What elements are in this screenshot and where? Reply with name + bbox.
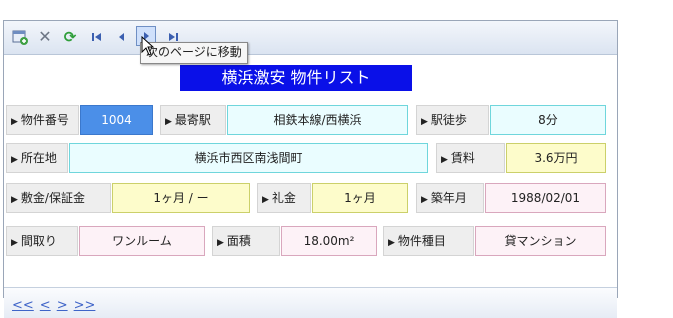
label-text: 間取り xyxy=(20,234,57,248)
triangle-right-icon: ▶ xyxy=(421,195,428,205)
label-text: 賃料 xyxy=(450,151,475,165)
value-shozaichi[interactable]: 横浜市西区南浅間町 xyxy=(69,143,428,173)
triangle-right-icon: ▶ xyxy=(421,117,428,127)
value-bukken-bango[interactable]: 1004 xyxy=(80,105,153,135)
prev-page-icon[interactable] xyxy=(114,29,130,45)
label-shikikin: ▶ 敷金/保証金 xyxy=(6,183,111,213)
triangle-right-icon: ▶ xyxy=(262,195,269,205)
refresh-icon[interactable]: ⟳ xyxy=(62,29,78,45)
record-panel: ✕ ⟳ 横浜激安 物件リスト ▶ 物件番号 1004 ▶ 最寄駅 相鉄本線/西横浜 … xyxy=(3,20,618,318)
pager: << < > >> xyxy=(12,298,101,313)
label-text: 面積 xyxy=(226,234,251,248)
tooltip: 次のページに移動 xyxy=(140,42,248,64)
pager-last-link[interactable]: >> xyxy=(74,298,96,313)
value-shubetsu[interactable]: 貸マンション xyxy=(475,226,606,256)
first-page-icon[interactable] xyxy=(89,29,105,45)
mouse-cursor-icon xyxy=(141,36,155,56)
label-mogori-eki: ▶ 最寄駅 xyxy=(160,105,226,135)
value-mogori-eki[interactable]: 相鉄本線/西横浜 xyxy=(227,105,408,135)
value-chikunengetsu[interactable]: 1988/02/01 xyxy=(485,183,606,213)
label-text: 物件種目 xyxy=(397,234,446,248)
value-eki-toho[interactable]: 8分 xyxy=(490,105,606,135)
title-text-main: 激安 物件リスト xyxy=(253,68,371,87)
label-chinryo: ▶ 賃料 xyxy=(436,143,505,173)
triangle-right-icon: ▶ xyxy=(11,238,18,248)
label-eki-toho: ▶ 駅徒歩 xyxy=(416,105,489,135)
label-text: 駅徒歩 xyxy=(430,113,467,127)
label-text: 礼金 xyxy=(271,191,296,205)
new-record-icon[interactable] xyxy=(12,29,28,45)
label-madori: ▶ 間取り xyxy=(6,226,78,256)
page-title: 横浜激安 物件リスト xyxy=(180,65,412,91)
value-chinryo[interactable]: 3.6万円 xyxy=(506,143,606,173)
label-menseki: ▶ 面積 xyxy=(212,226,280,256)
label-reikin: ▶ 礼金 xyxy=(257,183,311,213)
triangle-right-icon: ▶ xyxy=(165,117,172,127)
label-text: 築年月 xyxy=(430,191,467,205)
title-text: 横浜 xyxy=(221,68,254,87)
triangle-right-icon: ▶ xyxy=(388,238,395,248)
label-text: 最寄駅 xyxy=(174,113,211,127)
pager-first-link[interactable]: << xyxy=(12,298,34,313)
triangle-right-icon: ▶ xyxy=(11,195,18,205)
toolbar: ✕ ⟳ xyxy=(4,21,617,55)
value-reikin[interactable]: 1ヶ月 xyxy=(312,183,408,213)
triangle-right-icon: ▶ xyxy=(441,155,448,165)
label-text: 敷金/保証金 xyxy=(20,191,85,205)
label-text: 物件番号 xyxy=(20,113,69,127)
label-shubetsu: ▶ 物件種目 xyxy=(383,226,474,256)
delete-icon[interactable]: ✕ xyxy=(37,29,53,45)
pager-prev-link[interactable]: < xyxy=(40,298,51,313)
label-shozaichi: ▶ 所在地 xyxy=(6,143,68,173)
value-shikikin[interactable]: 1ヶ月 / ー xyxy=(112,183,250,213)
pager-next-link[interactable]: > xyxy=(57,298,68,313)
value-menseki[interactable]: 18.00m² xyxy=(281,226,377,256)
triangle-right-icon: ▶ xyxy=(11,155,18,165)
label-bukken-bango: ▶ 物件番号 xyxy=(6,105,79,135)
triangle-right-icon: ▶ xyxy=(11,117,18,127)
value-madori[interactable]: ワンルーム xyxy=(79,226,205,256)
label-text: 所在地 xyxy=(20,151,57,165)
triangle-right-icon: ▶ xyxy=(217,238,224,248)
label-chikunengetsu: ▶ 築年月 xyxy=(416,183,484,213)
